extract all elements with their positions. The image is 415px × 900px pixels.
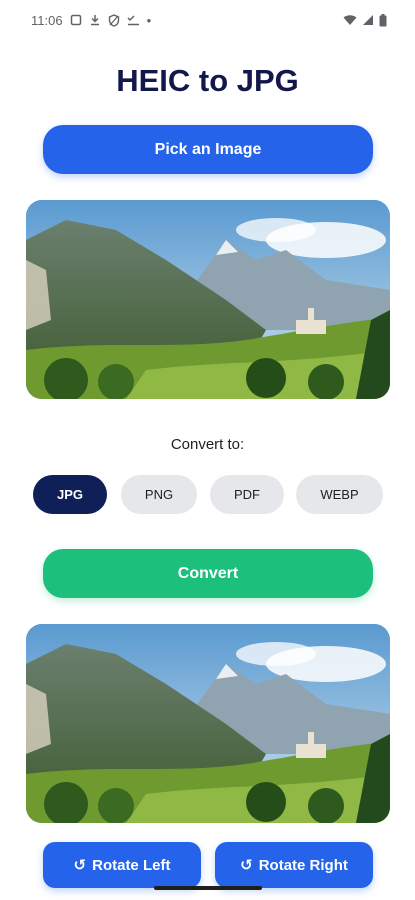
shield-icon [108, 13, 120, 27]
checklist-icon [127, 14, 140, 26]
format-chip-webp[interactable]: WEBP [296, 475, 383, 514]
convert-to-label: Convert to: [170, 436, 245, 453]
status-time: 11:06 [31, 12, 63, 28]
download-icon [89, 14, 101, 26]
pick-image-button[interactable]: Pick an Image [43, 125, 373, 174]
rotate-controls: ↺ Rotate Left ↺ Rotate Right [43, 842, 373, 888]
notification-dot: • [146, 12, 152, 28]
wifi-icon [343, 14, 357, 26]
format-chip-png[interactable]: PNG [121, 475, 197, 514]
status-bar: 11:06 • [0, 0, 415, 40]
rotate-right-button[interactable]: ↺ Rotate Right [215, 842, 373, 888]
screen-record-icon [70, 14, 82, 26]
rotate-left-icon: ↺ [73, 857, 87, 874]
rotate-left-button[interactable]: ↺ Rotate Left [43, 842, 201, 888]
rotate-left-label: Rotate Left [92, 856, 171, 874]
home-indicator[interactable] [154, 886, 262, 890]
status-bar-left: 11:06 • [31, 13, 151, 28]
rotate-right-icon: ↺ [240, 857, 253, 874]
signal-icon [362, 14, 374, 26]
format-chip-pdf[interactable]: PDF [210, 475, 284, 514]
rotate-right-label: Rotate Right [258, 856, 348, 874]
battery-icon [379, 13, 387, 27]
converted-image-preview [26, 624, 390, 823]
convert-button[interactable]: Convert [43, 549, 373, 598]
format-chip-jpg[interactable]: JPG [33, 475, 107, 514]
format-selector: JPG PNG PDF WEBP [33, 475, 385, 514]
source-image-preview [26, 200, 390, 399]
page-title: HEIC to JPG [116, 63, 299, 98]
status-bar-right [343, 13, 387, 27]
